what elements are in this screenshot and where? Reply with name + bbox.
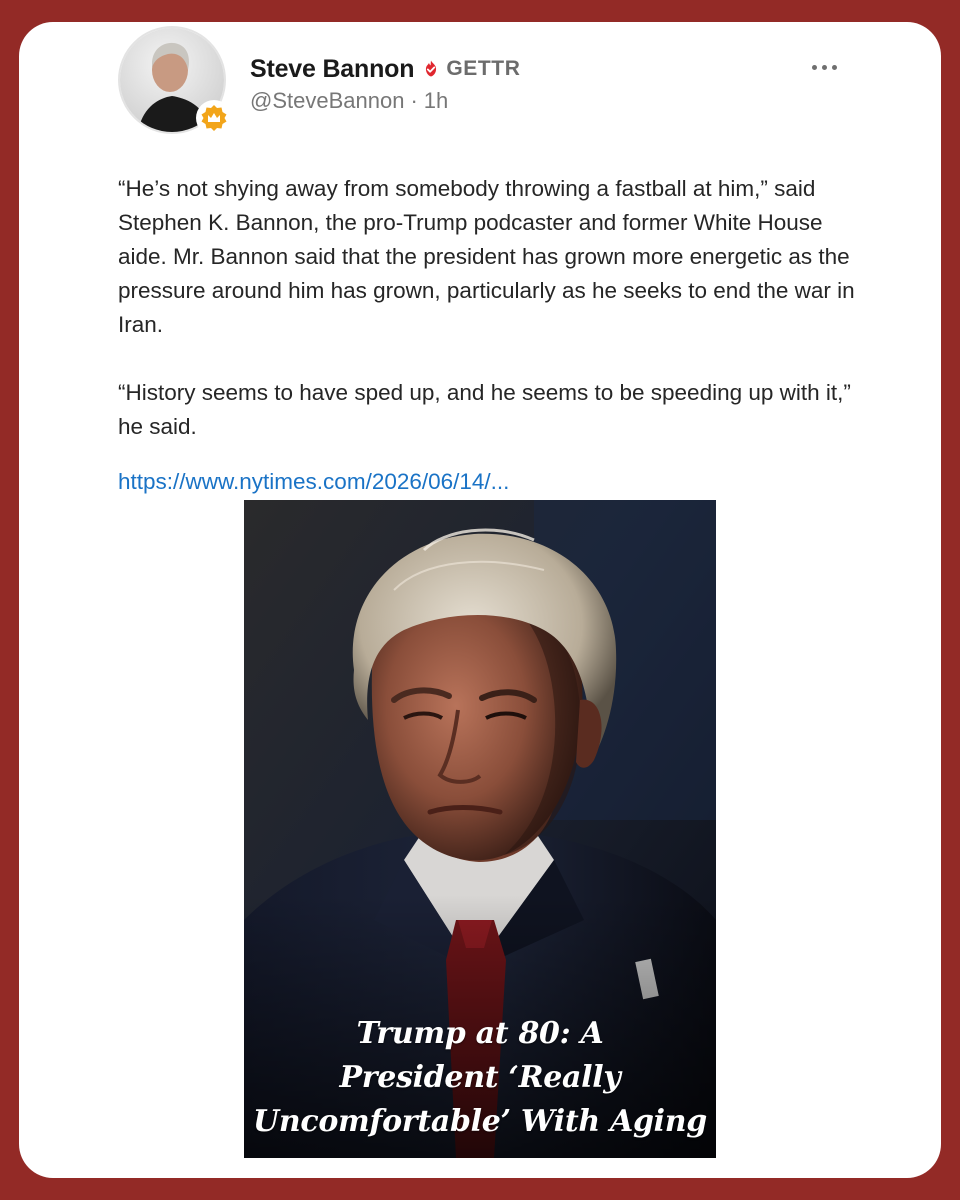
author-row: Steve Bannon GETTR [250, 52, 520, 86]
platform-label: GETTR [446, 57, 521, 80]
avatar[interactable] [118, 26, 232, 136]
post-timestamp[interactable]: 1h [424, 88, 448, 114]
meta-separator: · [410, 88, 418, 113]
verified-flame-icon [422, 60, 440, 78]
image-headline: Trump at 80: A President ‘Really Uncomfo… [244, 1012, 716, 1144]
author-handle[interactable]: @SteveBannon [250, 88, 404, 114]
article-link[interactable]: https://www.nytimes.com/2026/06/14/... [118, 467, 509, 497]
crown-badge-icon [196, 100, 232, 136]
more-options-button[interactable] [804, 52, 844, 82]
headline-line: President ‘Really [339, 1060, 621, 1095]
headline-line: Trump at 80: A [356, 1016, 604, 1051]
post-paragraph: “He’s not shying away from somebody thro… [118, 176, 855, 337]
more-horizontal-icon [811, 64, 817, 70]
article-image[interactable]: Trump at 80: A President ‘Really Uncomfo… [244, 500, 716, 1158]
post-body: “He’s not shying away from somebody thro… [118, 172, 858, 444]
post-card: Steve Bannon GETTR @SteveBannon · 1h “He… [19, 22, 941, 1178]
author-name[interactable]: Steve Bannon [250, 55, 415, 84]
headline-line: Uncomfortable’ With Aging [253, 1104, 707, 1139]
author-meta: @SteveBannon · 1h [250, 86, 448, 116]
post-paragraph: “History seems to have sped up, and he s… [118, 380, 851, 439]
